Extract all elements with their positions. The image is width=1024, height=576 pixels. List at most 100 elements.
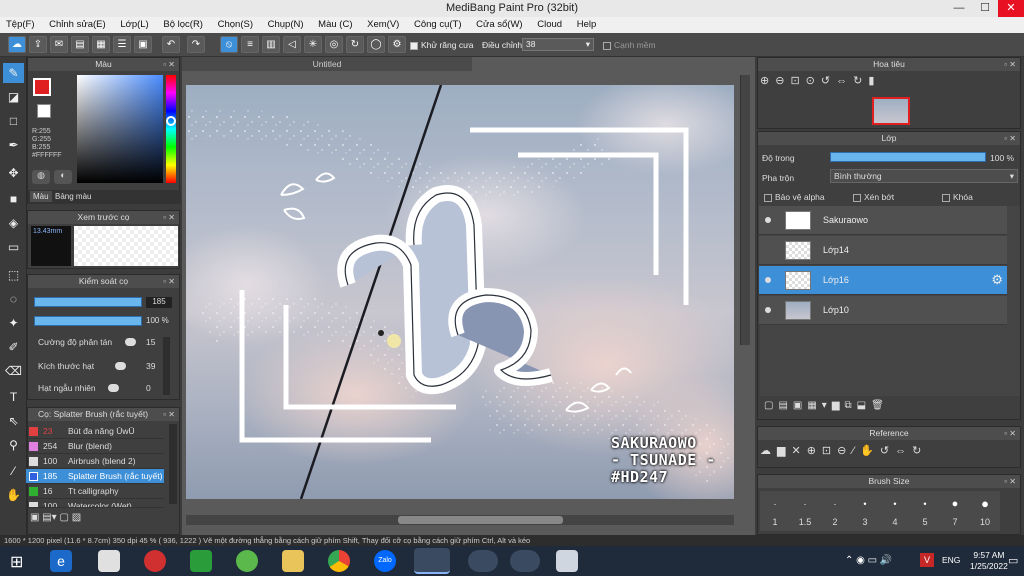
antialias-checkbox[interactable] (410, 41, 418, 50)
tray-icons[interactable]: ⌃ ◉ ▭ 🔊 (845, 555, 892, 566)
file-explorer-icon[interactable] (282, 550, 304, 572)
curve-snap-icon[interactable]: ↻ (346, 36, 364, 53)
file-icon[interactable] (98, 550, 120, 572)
text-tool-icon[interactable]: T (3, 387, 24, 407)
zoom-out-icon[interactable]: ⊖ (775, 75, 790, 87)
rotate-right-icon[interactable]: ↻ (853, 75, 868, 87)
vivaldi-tray-icon[interactable]: V (920, 553, 934, 567)
copy-brush-icon[interactable]: ▢ (59, 512, 71, 523)
bucket-tool-icon[interactable]: ◈ (3, 213, 24, 233)
scrollbar[interactable] (169, 424, 177, 504)
tab-color[interactable]: Màu (30, 191, 52, 202)
app-icon[interactable] (236, 550, 258, 572)
brush-item[interactable]: 23 Bút đa năng ŪwŪ (26, 424, 164, 439)
canvas-tab[interactable]: Untitled (182, 57, 472, 71)
new-8bit-layer-icon[interactable]: ▣ (793, 400, 807, 411)
share-icon[interactable]: ⇪ (29, 36, 47, 53)
select-pen-icon[interactable]: ✐ (3, 337, 24, 357)
eyedropper-icon[interactable]: ⚲ (3, 435, 24, 455)
windows-start-icon[interactable]: ⊞ (10, 552, 23, 572)
pen-tool-icon[interactable]: ✒ (3, 135, 24, 155)
eyedropper-icon[interactable]: ⁄ (852, 445, 860, 457)
close-icon[interactable]: ✕ (791, 445, 806, 457)
hand-tool-icon[interactable]: ✋ (3, 485, 24, 505)
list-icon[interactable]: ☰ (113, 36, 131, 53)
radial-snap-icon[interactable]: ✳ (304, 36, 322, 53)
zoom-out-icon[interactable]: ⊖ (837, 445, 852, 457)
panel-close-icon[interactable]: ▫ ✕ (163, 408, 175, 421)
size-cell[interactable]: ● 10 (970, 491, 1000, 531)
scatter-slider[interactable] (125, 338, 136, 346)
edge-browser-icon[interactable]: e (50, 550, 72, 572)
scrollbar[interactable] (163, 337, 170, 395)
clock[interactable]: 9:57 AM 1/25/2022 (970, 550, 1008, 572)
brush-menu-icon[interactable]: ▤▾ (42, 512, 59, 523)
swatch-icon[interactable]: ◐ (54, 170, 72, 184)
layout-icon[interactable]: ▣ (134, 36, 152, 53)
random-slider[interactable] (108, 384, 119, 392)
visibility-toggle[interactable] (765, 217, 771, 223)
brush-tool-icon[interactable]: ✎ (3, 63, 24, 83)
menu-file[interactable]: Tệp(F) (0, 17, 41, 33)
add-brush-icon[interactable]: ▣ (30, 512, 42, 523)
cross-snap-icon[interactable]: ▥ (262, 36, 280, 53)
brush-item[interactable]: 254 Blur (blend) (26, 439, 164, 454)
layer-row-selected[interactable]: Lớp16 ⚙ (759, 266, 1007, 295)
new-layer-icon[interactable]: ▢ (764, 400, 778, 411)
open-folder-icon[interactable]: ▆ (777, 445, 791, 457)
dot-tool-icon[interactable]: □ (3, 111, 24, 131)
new-halftone-layer-icon[interactable]: ▤ (778, 400, 792, 411)
adjust-select[interactable]: 38 ▾ (522, 38, 594, 51)
magic-wand-icon[interactable]: ✦ (3, 313, 24, 333)
duplicate-layer-icon[interactable]: ⧉ (845, 400, 857, 411)
select-eraser-icon[interactable]: ⌫ (3, 361, 24, 381)
layer-opacity-slider[interactable] (830, 152, 986, 162)
minimize-button[interactable]: — (946, 0, 972, 17)
navigator-thumbnail[interactable] (872, 97, 910, 125)
brush-item[interactable]: 100 Watercolor (Wet) (26, 499, 164, 508)
menu-select[interactable]: Chọn(S) (212, 17, 259, 33)
operation-tool-icon[interactable]: ⇖ (3, 411, 24, 431)
brush-size-slider[interactable] (34, 297, 142, 307)
visibility-toggle[interactable] (765, 277, 771, 283)
menu-cloud[interactable]: Cloud (531, 17, 568, 33)
panel-close-icon[interactable]: ▫ ✕ (163, 275, 175, 288)
menu-tools[interactable]: Công cụ(T) (408, 17, 468, 33)
circle-snap-icon[interactable]: ◎ (325, 36, 343, 53)
panel-close-icon[interactable]: ▫ ✕ (1004, 475, 1016, 488)
smooth-checkbox[interactable] (603, 41, 611, 50)
cloud-icon[interactable]: ☁ (760, 445, 777, 457)
hue-slider[interactable] (166, 75, 176, 183)
lasso-tool-icon[interactable]: ◌ (3, 289, 24, 309)
undo-icon[interactable]: ↶ (162, 36, 180, 53)
zoom-in-icon[interactable]: ⊕ (807, 445, 822, 457)
layer-row[interactable]: Sakuraowo (759, 206, 1007, 235)
menu-layer[interactable]: Lớp(L) (114, 17, 154, 33)
parallel-snap-icon[interactable]: ≡ (241, 36, 259, 53)
menu-snap[interactable]: Chụp(N) (262, 17, 310, 33)
menu-help[interactable]: Help (571, 17, 603, 33)
document-icon[interactable]: ▤ (71, 36, 89, 53)
snap-off-icon[interactable]: ⦸ (220, 36, 238, 53)
grid-icon[interactable]: ▦ (92, 36, 110, 53)
visibility-toggle[interactable] (765, 307, 771, 313)
maximize-button[interactable]: ☐ (972, 0, 998, 17)
panel-close-icon[interactable]: ▫ ✕ (163, 58, 175, 71)
panel-close-icon[interactable]: ▫ ✕ (1004, 132, 1016, 145)
background-color-swatch[interactable] (37, 104, 51, 118)
size-cell[interactable]: · 2 (820, 491, 850, 531)
gradient-tool-icon[interactable]: ▭ (3, 237, 24, 257)
size-cell[interactable]: · 1 (760, 491, 790, 531)
merge-layer-icon[interactable]: ⬓ (857, 400, 871, 411)
eyedropper-2-icon[interactable]: ⁄ (3, 461, 24, 481)
fit-icon[interactable]: ⊡ (822, 445, 837, 457)
rotate-left-icon[interactable]: ↺ (880, 445, 895, 457)
actual-size-icon[interactable]: ⊙ (806, 75, 821, 87)
delete-brush-icon[interactable]: ▧ (72, 512, 81, 523)
foreground-color-swatch[interactable] (33, 78, 51, 96)
layer-row[interactable]: Lớp14 (759, 236, 1007, 265)
select-tool-icon[interactable]: ⬚ (3, 265, 24, 285)
layer-add-menu-icon[interactable]: ▦▾ (807, 400, 831, 411)
close-button[interactable]: ✕ (998, 0, 1024, 17)
size-cell[interactable]: • 4 (880, 491, 910, 531)
